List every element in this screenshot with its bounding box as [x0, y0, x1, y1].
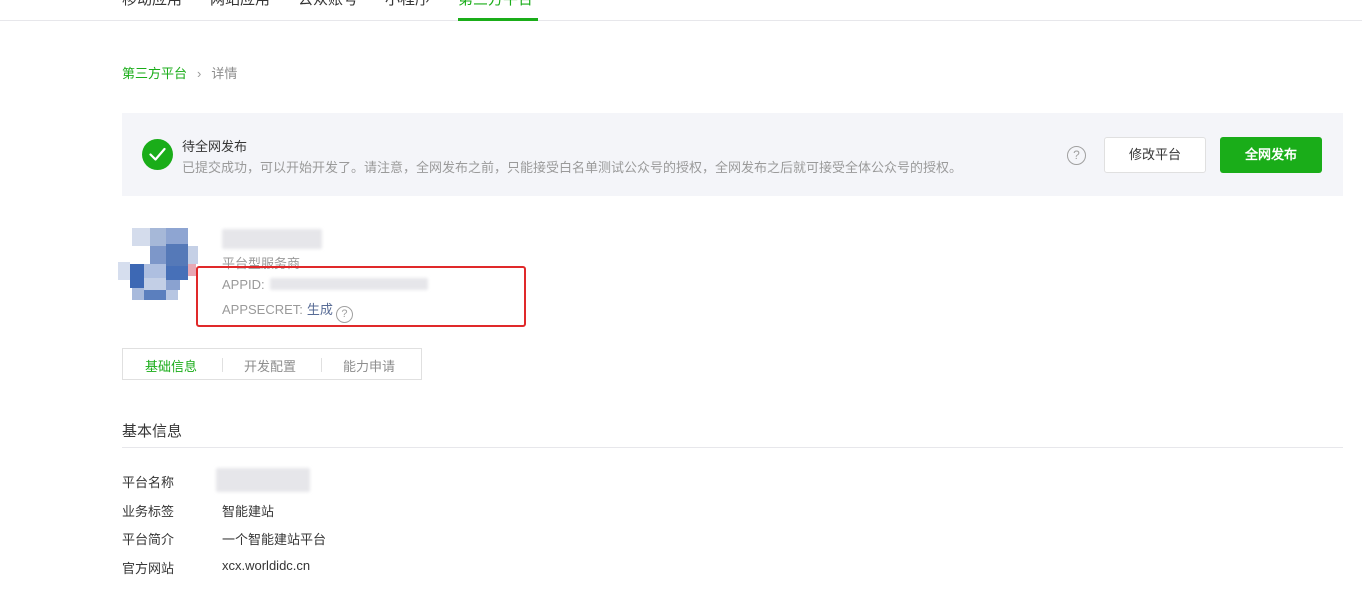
status-description: 已提交成功，可以开始开发了。请注意，全网发布之前，只能接受白名单测试公众号的授权…	[182, 160, 963, 175]
section-divider	[122, 447, 1343, 448]
tab-divider	[321, 358, 322, 372]
section-title: 基本信息	[122, 423, 183, 440]
help-icon[interactable]: ?	[1067, 146, 1086, 165]
publish-button[interactable]: 全网发布	[1220, 137, 1322, 173]
info-key: 官方网站	[122, 561, 175, 576]
tab-official-accounts[interactable]: 公众账号	[298, 0, 358, 21]
website-value: xcx.worldidc.cn	[222, 558, 311, 573]
tab-dev-config[interactable]: 开发配置	[244, 356, 296, 375]
breadcrumb: 第三方平台 › 详情	[122, 63, 237, 82]
info-value: 一个智能建站平台	[222, 532, 327, 547]
platform-name-redacted	[222, 229, 322, 249]
tab-mini-programs[interactable]: 小程序	[385, 0, 430, 21]
info-key: 平台简介	[122, 532, 175, 547]
active-tab-indicator	[458, 18, 538, 21]
highlight-box	[196, 266, 526, 327]
status-banner: 待全网发布 已提交成功，可以开始开发了。请注意，全网发布之前，只能接受白名单测试…	[122, 113, 1343, 196]
tab-divider	[222, 358, 223, 372]
info-key: 业务标签	[122, 504, 175, 519]
info-value: 智能建站	[222, 504, 275, 519]
tab-basic-info[interactable]: 基础信息	[145, 356, 197, 375]
chevron-right-icon: ›	[197, 66, 202, 81]
breadcrumb-link-third-party[interactable]: 第三方平台	[122, 66, 187, 81]
info-key: 平台名称	[122, 475, 175, 490]
tab-mobile-apps[interactable]: 移动应用	[122, 0, 182, 21]
edit-platform-button[interactable]: 修改平台	[1104, 137, 1206, 173]
platform-name-value-redacted	[216, 468, 310, 492]
check-circle-icon	[142, 139, 173, 170]
breadcrumb-current: 详情	[211, 66, 238, 81]
tab-web-apps[interactable]: 网站应用	[210, 0, 270, 21]
status-title: 待全网发布	[182, 139, 248, 154]
detail-tabs: 基础信息 开发配置 能力申请	[122, 348, 422, 380]
top-nav: 移动应用 网站应用 公众账号 小程序 第三方平台	[0, 0, 1362, 21]
tab-capability-apply[interactable]: 能力申请	[343, 356, 395, 375]
